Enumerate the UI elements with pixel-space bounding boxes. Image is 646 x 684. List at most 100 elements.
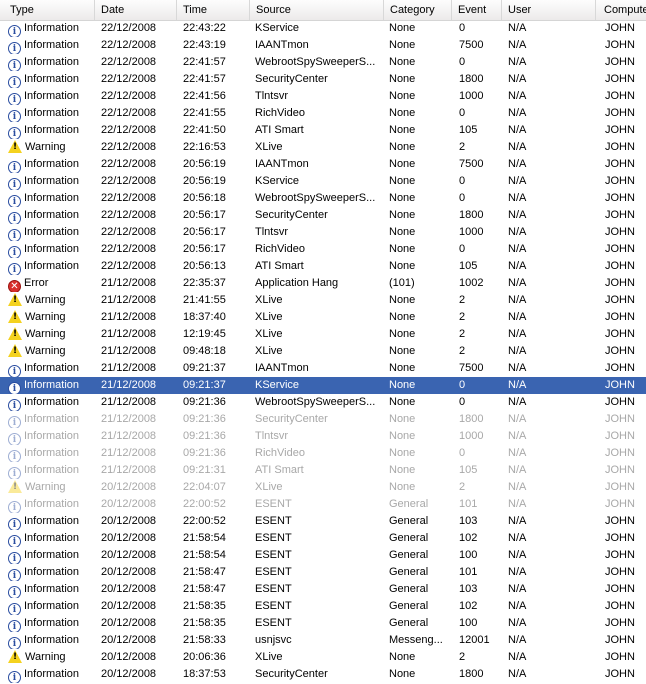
error-icon: ✕: [8, 280, 21, 292]
time-cell: 22:00:52: [183, 515, 226, 527]
date-cell: 22/12/2008: [101, 107, 157, 119]
event-row[interactable]: ! Warning 21/12/2008 12:19:45 XLive None 2 N/A J…: [0, 326, 646, 343]
computer-cell: JOHN: [605, 107, 635, 119]
event-row[interactable]: i Information 20/12/2008 21:58:33 usnjsvc Mes…: [0, 632, 646, 649]
time-cell: 22:43:19: [183, 39, 226, 51]
information-icon: i: [8, 586, 21, 598]
event-row[interactable]: i Information 22/12/2008 20:56:19 IAANTmon No…: [0, 156, 646, 173]
type-cell: i Information: [8, 428, 96, 445]
event-row[interactable]: i Information 22/12/2008 20:56:17 SecurityCe…: [0, 207, 646, 224]
event-row[interactable]: i Information 20/12/2008 22:00:52 ESENT Gener…: [0, 496, 646, 513]
event-id-cell: 2: [459, 651, 466, 663]
column-header-event[interactable]: Event: [448, 0, 502, 20]
type-cell: i Information: [8, 88, 96, 105]
event-log-list[interactable]: Type Date Time Source Category Event Use…: [0, 0, 646, 684]
column-header-category[interactable]: Category: [380, 0, 452, 20]
type-cell: i Information: [8, 496, 96, 513]
event-row[interactable]: i Information 22/12/2008 20:56:18 WebrootSpy…: [0, 190, 646, 207]
column-header-type[interactable]: Type: [0, 0, 95, 20]
event-row[interactable]: i Information 22/12/2008 22:41:55 RichVideo N…: [0, 105, 646, 122]
type-label: Information: [24, 73, 80, 85]
source-cell: WebrootSpySweeperS...: [255, 192, 376, 204]
event-row[interactable]: i Information 21/12/2008 09:21:37 IAANTmon No…: [0, 360, 646, 377]
event-row[interactable]: i Information 20/12/2008 21:58:54 ESENT Gener…: [0, 547, 646, 564]
event-row[interactable]: ! Warning 20/12/2008 22:04:07 XLive None 2 N/A J…: [0, 479, 646, 496]
column-header-computer[interactable]: Computer: [594, 0, 646, 20]
event-id-cell: 2: [459, 141, 466, 153]
type-cell: i Information: [8, 20, 96, 37]
event-row[interactable]: i Information 21/12/2008 09:21:36 SecurityCe…: [0, 411, 646, 428]
event-row[interactable]: ! Warning 21/12/2008 21:41:55 XLive None 2 N/A J…: [0, 292, 646, 309]
warning-icon: !: [8, 327, 22, 340]
user-cell: N/A: [508, 549, 527, 561]
event-row[interactable]: i Information 20/12/2008 21:58:47 ESENT Gener…: [0, 581, 646, 598]
column-header-user[interactable]: User: [498, 0, 596, 20]
type-cell: i Information: [8, 598, 96, 615]
information-icon: i: [8, 246, 21, 258]
time-cell: 20:56:18: [183, 192, 226, 204]
type-label: Information: [24, 260, 80, 272]
event-row[interactable]: i Information 22/12/2008 22:41:57 SecurityCe…: [0, 71, 646, 88]
column-header-date[interactable]: Date: [91, 0, 177, 20]
event-row[interactable]: i Information 22/12/2008 20:56:13 ATI Smart N…: [0, 258, 646, 275]
event-row[interactable]: ! Warning 21/12/2008 18:37:40 XLive None 2 N/A J…: [0, 309, 646, 326]
event-row[interactable]: i Information 21/12/2008 09:21:37 KService No…: [0, 377, 646, 394]
time-cell: 12:19:45: [183, 328, 226, 340]
computer-cell: JOHN: [605, 56, 635, 68]
computer-cell: JOHN: [605, 668, 635, 680]
event-row[interactable]: i Information 22/12/2008 22:43:19 IAANTmon No…: [0, 37, 646, 54]
event-row[interactable]: i Information 21/12/2008 09:21:36 RichVideo N…: [0, 445, 646, 462]
event-row[interactable]: ! Warning 22/12/2008 22:16:53 XLive None 2 N/A J…: [0, 139, 646, 156]
event-row[interactable]: i Information 21/12/2008 09:21:36 Tlntsvr Non…: [0, 428, 646, 445]
event-row[interactable]: i Information 22/12/2008 20:56:19 KService No…: [0, 173, 646, 190]
user-cell: N/A: [508, 158, 527, 170]
type-cell: ! Warning: [8, 343, 96, 360]
date-cell: 20/12/2008: [101, 566, 157, 578]
event-row[interactable]: ✕ Error 21/12/2008 22:35:37 Application Hang…: [0, 275, 646, 292]
type-label: Information: [24, 549, 80, 561]
event-row[interactable]: i Information 22/12/2008 22:43:22 KService No…: [0, 20, 646, 37]
event-row[interactable]: i Information 20/12/2008 21:58:35 ESENT Gener…: [0, 615, 646, 632]
event-row[interactable]: i Information 20/12/2008 18:37:53 SecurityCe…: [0, 666, 646, 683]
user-cell: N/A: [508, 634, 527, 646]
event-id-cell: 7500: [459, 39, 484, 51]
type-label: Information: [24, 107, 80, 119]
type-label: Information: [24, 362, 80, 374]
information-icon: i: [8, 263, 21, 275]
column-header-source[interactable]: Source: [246, 0, 384, 20]
time-cell: 22:35:37: [183, 277, 226, 289]
time-cell: 09:21:36: [183, 430, 226, 442]
event-row[interactable]: i Information 20/12/2008 21:58:47 ESENT Gener…: [0, 564, 646, 581]
information-icon: i: [8, 195, 21, 207]
category-cell: None: [389, 260, 416, 272]
event-row[interactable]: ! Warning 20/12/2008 20:06:36 XLive None 2 N/A J…: [0, 649, 646, 666]
category-cell: General: [389, 617, 429, 629]
type-label: Information: [24, 600, 80, 612]
category-cell: None: [389, 226, 416, 238]
warning-icon: !: [8, 293, 22, 306]
event-row[interactable]: i Information 22/12/2008 20:56:17 RichVideo N…: [0, 241, 646, 258]
time-cell: 09:21:36: [183, 447, 226, 459]
event-row[interactable]: i Information 21/12/2008 09:21:36 WebrootSpy…: [0, 394, 646, 411]
event-row[interactable]: i Information 22/12/2008 22:41:50 ATI Smart N…: [0, 122, 646, 139]
category-cell: None: [389, 158, 416, 170]
event-row[interactable]: i Information 22/12/2008 22:41:56 Tlntsvr Non…: [0, 88, 646, 105]
event-row[interactable]: i Information 21/12/2008 09:21:31 ATI Smart N…: [0, 462, 646, 479]
event-row[interactable]: i Information 20/12/2008 21:58:35 ESENT Gener…: [0, 598, 646, 615]
column-header-time[interactable]: Time: [173, 0, 250, 20]
category-cell: General: [389, 583, 429, 595]
event-row[interactable]: i Information 22/12/2008 20:56:17 Tlntsvr Non…: [0, 224, 646, 241]
event-id-cell: 0: [459, 107, 466, 119]
event-row[interactable]: i Information 20/12/2008 21:58:54 ESENT Gener…: [0, 530, 646, 547]
event-row[interactable]: i Information 20/12/2008 22:00:52 ESENT Gener…: [0, 513, 646, 530]
event-row[interactable]: ! Warning 21/12/2008 09:48:18 XLive None 2 N/A J…: [0, 343, 646, 360]
type-cell: i Information: [8, 547, 96, 564]
time-cell: 21:58:47: [183, 566, 226, 578]
event-row[interactable]: i Information 22/12/2008 22:41:57 WebrootSpy…: [0, 54, 646, 71]
date-cell: 21/12/2008: [101, 277, 157, 289]
type-label: Information: [24, 566, 80, 578]
event-id-cell: 1000: [459, 226, 484, 238]
type-cell: i Information: [8, 666, 96, 683]
user-cell: N/A: [508, 124, 527, 136]
date-cell: 20/12/2008: [101, 600, 157, 612]
